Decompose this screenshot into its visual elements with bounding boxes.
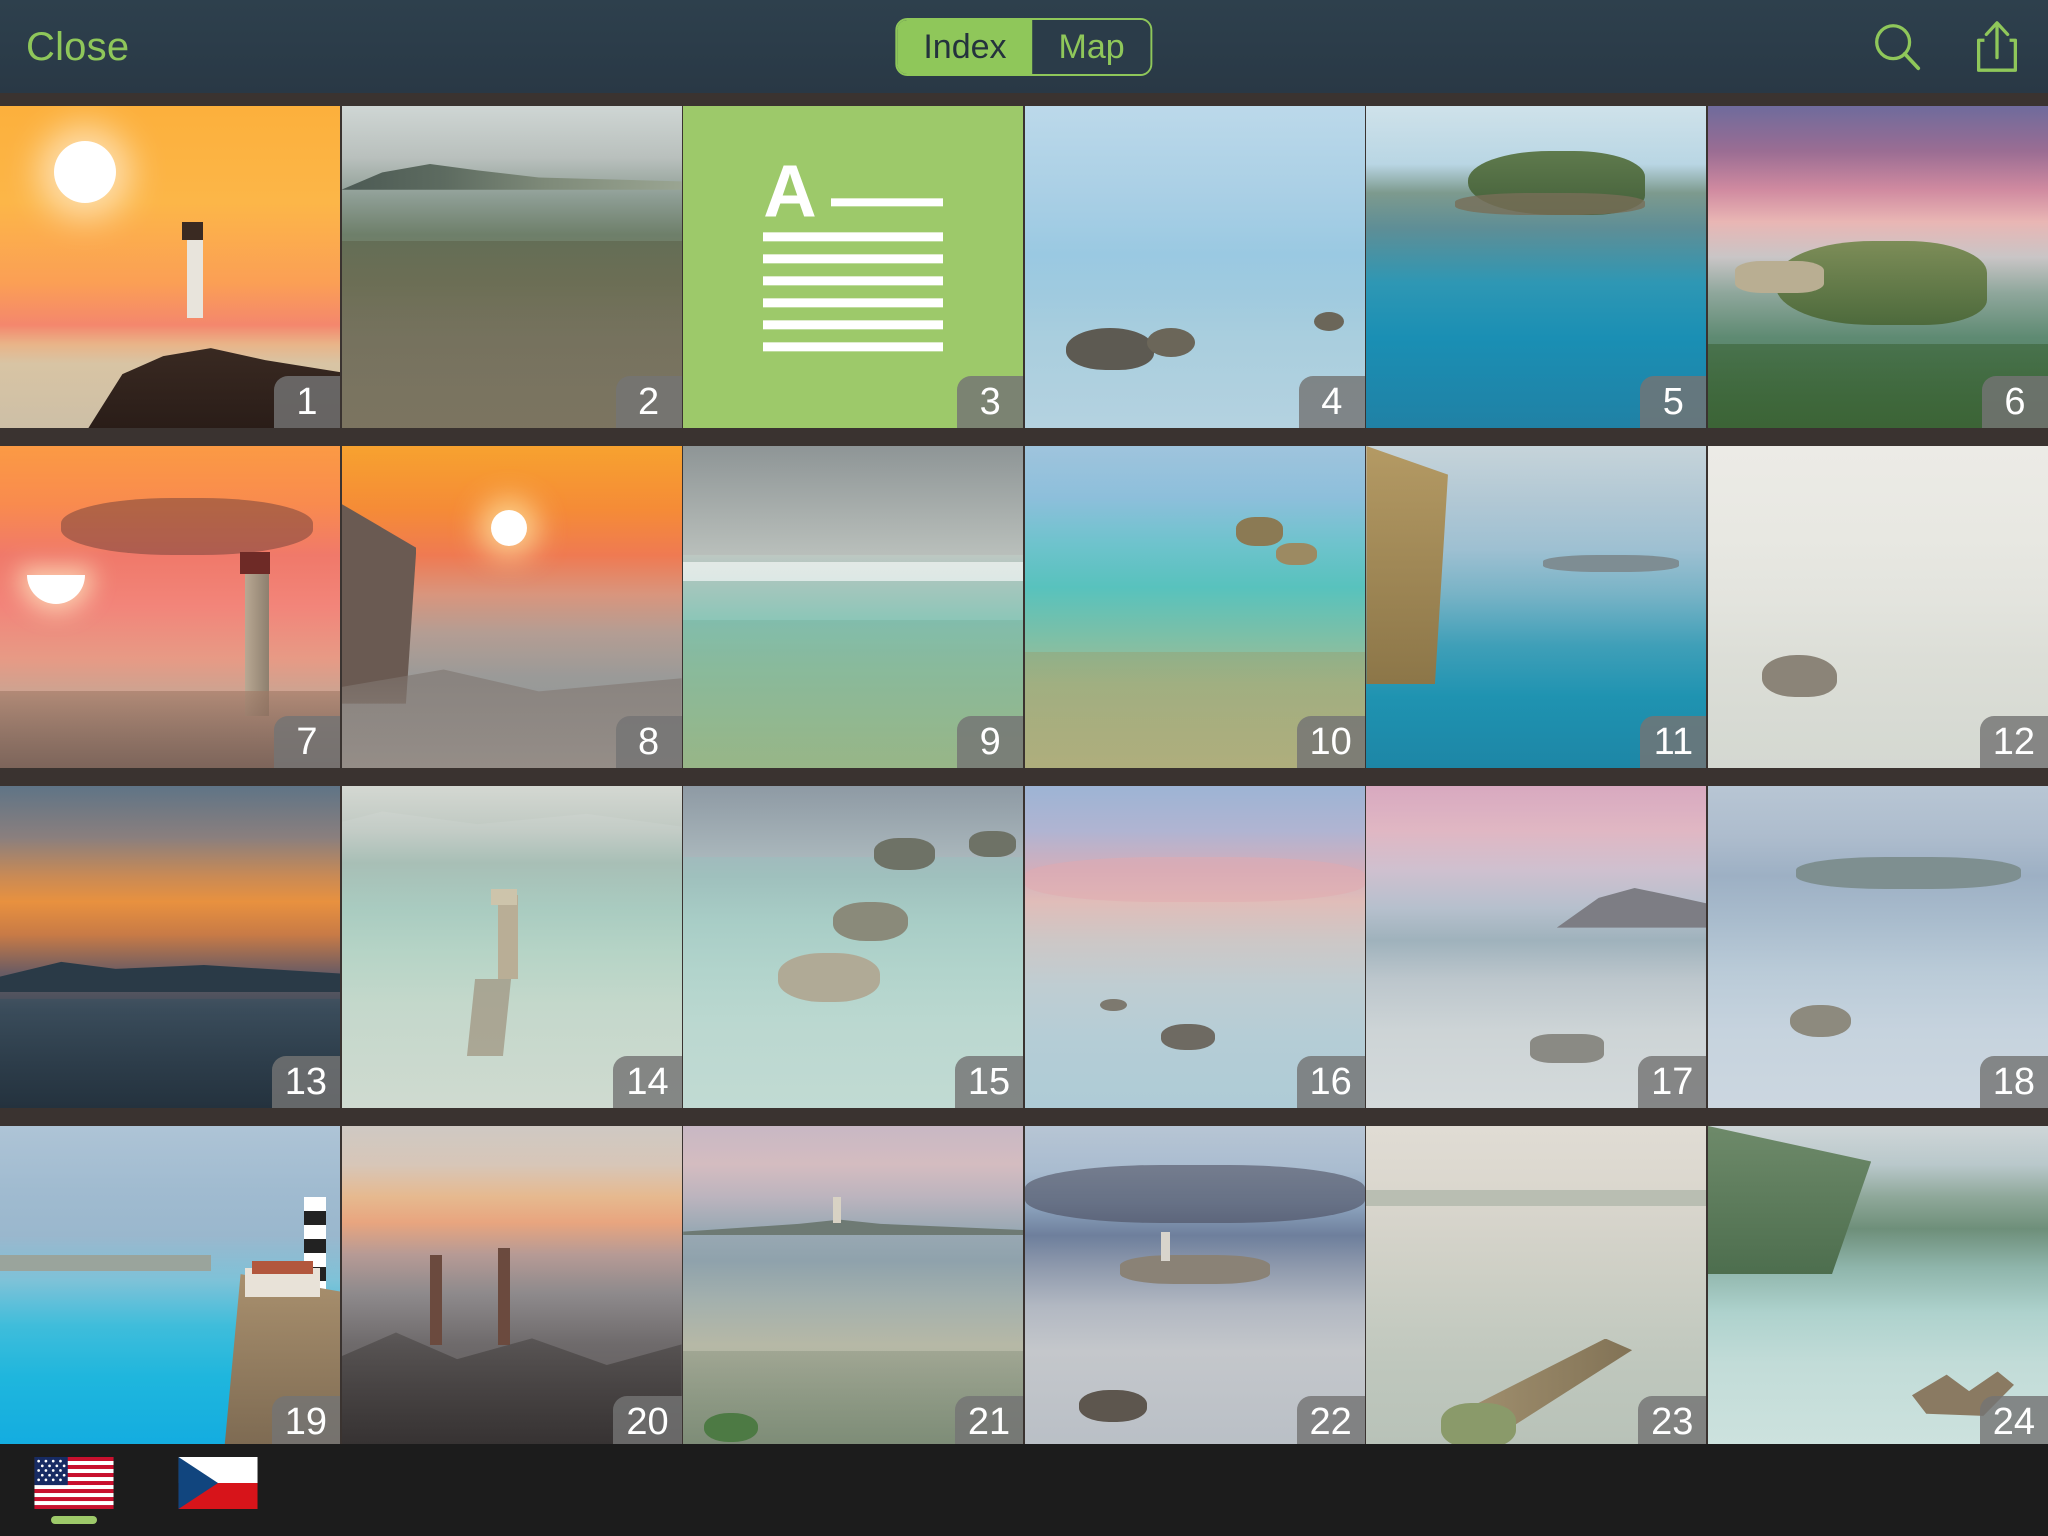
thumbnail-cell-2[interactable]: 2 — [341, 106, 682, 428]
doc-line — [763, 342, 944, 352]
thumbnail-image — [0, 786, 340, 1108]
photo-index-screen: Close Index Map 1 2A3 4 5 6 7 8 9 10 11 … — [0, 0, 2048, 1536]
thumbnail-image — [683, 786, 1024, 1108]
thumbnail-cell-19[interactable]: 19 — [0, 1126, 340, 1444]
thumbnail-image — [341, 786, 682, 1108]
thumbnail-cell-14[interactable]: 14 — [341, 786, 682, 1108]
thumbnail-cell-4[interactable]: 4 — [1024, 106, 1365, 428]
thumbnail-image — [1024, 106, 1365, 428]
thumbnail-image — [341, 1126, 682, 1444]
thumbnail-cell-1[interactable]: 1 — [0, 106, 340, 428]
doc-title-rule — [830, 198, 944, 207]
language-indicator-placeholder — [195, 1516, 241, 1524]
search-icon[interactable] — [1868, 18, 1926, 76]
thumbnail-cell-18[interactable]: 18 — [1707, 786, 2048, 1108]
thumbnail-image — [0, 1126, 340, 1444]
thumbnail-cell-6[interactable]: 6 — [1707, 106, 2048, 428]
thumbnail-cell-11[interactable]: 11 — [1366, 446, 1707, 768]
thumbnail-cell-8[interactable]: 8 — [341, 446, 682, 768]
thumbnail-image — [1707, 1126, 2048, 1444]
thumbnail-cell-9[interactable]: 9 — [683, 446, 1024, 768]
tab-map-label: Map — [1058, 27, 1125, 66]
doc-line — [763, 254, 944, 264]
share-icon[interactable] — [1968, 18, 2026, 76]
thumbnail-cell-7[interactable]: 7 — [0, 446, 340, 768]
thumbnail-image — [683, 446, 1024, 768]
letter-a-icon: A — [763, 149, 817, 233]
language-button-cs-cz[interactable] — [170, 1456, 266, 1524]
doc-line — [763, 320, 944, 330]
thumbnail-cell-23[interactable]: 23 — [1366, 1126, 1707, 1444]
thumbnail-cell-16[interactable]: 16 — [1024, 786, 1365, 1108]
top-toolbar: Close Index Map — [0, 0, 2048, 93]
thumbnail-cell-13[interactable]: 13 — [0, 786, 340, 1108]
tab-map[interactable]: Map — [1032, 19, 1151, 74]
cz-flag-icon — [178, 1456, 258, 1509]
tab-index[interactable]: Index — [897, 19, 1033, 74]
thumbnail-cell-22[interactable]: 22 — [1024, 1126, 1365, 1444]
thumbnail-image — [1707, 786, 2048, 1108]
thumbnail-image — [1366, 446, 1707, 768]
thumbnail-image — [1024, 446, 1365, 768]
language-selected-indicator — [51, 1515, 97, 1524]
thumbnail-cell-20[interactable]: 20 — [341, 1126, 682, 1444]
thumbnail-cell-5[interactable]: 5 — [1366, 106, 1707, 428]
thumbnail-cell-17[interactable]: 17 — [1366, 786, 1707, 1108]
thumbnail-image — [1366, 1126, 1707, 1444]
thumbnail-image — [1024, 786, 1365, 1108]
text-article-placeholder: A — [683, 106, 1024, 428]
view-mode-segmented-control[interactable]: Index Map — [895, 17, 1153, 76]
thumbnail-cell-12[interactable]: 12 — [1707, 446, 2048, 768]
thumbnail-image — [683, 1126, 1024, 1444]
thumbnail-grid-scroll-area[interactable]: 1 2A3 4 5 6 7 8 9 10 11 12 13 14 15 16 17… — [0, 93, 2048, 1444]
doc-heading-row: A — [763, 149, 944, 233]
thumbnail-image — [1024, 1126, 1365, 1444]
doc-glyph-group: A — [763, 149, 944, 364]
thumbnail-cell-3[interactable]: A3 — [683, 106, 1024, 428]
doc-line — [763, 276, 944, 286]
toolbar-actions — [1868, 18, 2026, 76]
tab-index-label: Index — [923, 27, 1007, 66]
thumbnail-cell-24[interactable]: 24 — [1707, 1126, 2048, 1444]
doc-line — [763, 232, 944, 242]
thumbnail-cell-10[interactable]: 10 — [1024, 446, 1365, 768]
thumbnail-cell-21[interactable]: 21 — [683, 1126, 1024, 1444]
thumbnail-image — [1366, 106, 1707, 428]
thumbnail-image — [0, 106, 340, 428]
language-button-en-us[interactable] — [26, 1456, 122, 1524]
close-button[interactable]: Close — [26, 27, 129, 67]
thumbnail-image — [1707, 446, 2048, 768]
thumbnail-image — [1366, 786, 1707, 1108]
thumbnail-grid: 1 2A3 4 5 6 7 8 9 10 11 12 13 14 15 16 17… — [0, 93, 2048, 1444]
thumbnail-cell-15[interactable]: 15 — [683, 786, 1024, 1108]
us-flag-icon — [34, 1456, 114, 1509]
thumbnail-image — [341, 446, 682, 768]
doc-line — [763, 298, 944, 308]
language-bar — [0, 1444, 2048, 1536]
thumbnail-image — [341, 106, 682, 428]
thumbnail-image — [1707, 106, 2048, 428]
thumbnail-image — [0, 446, 340, 768]
